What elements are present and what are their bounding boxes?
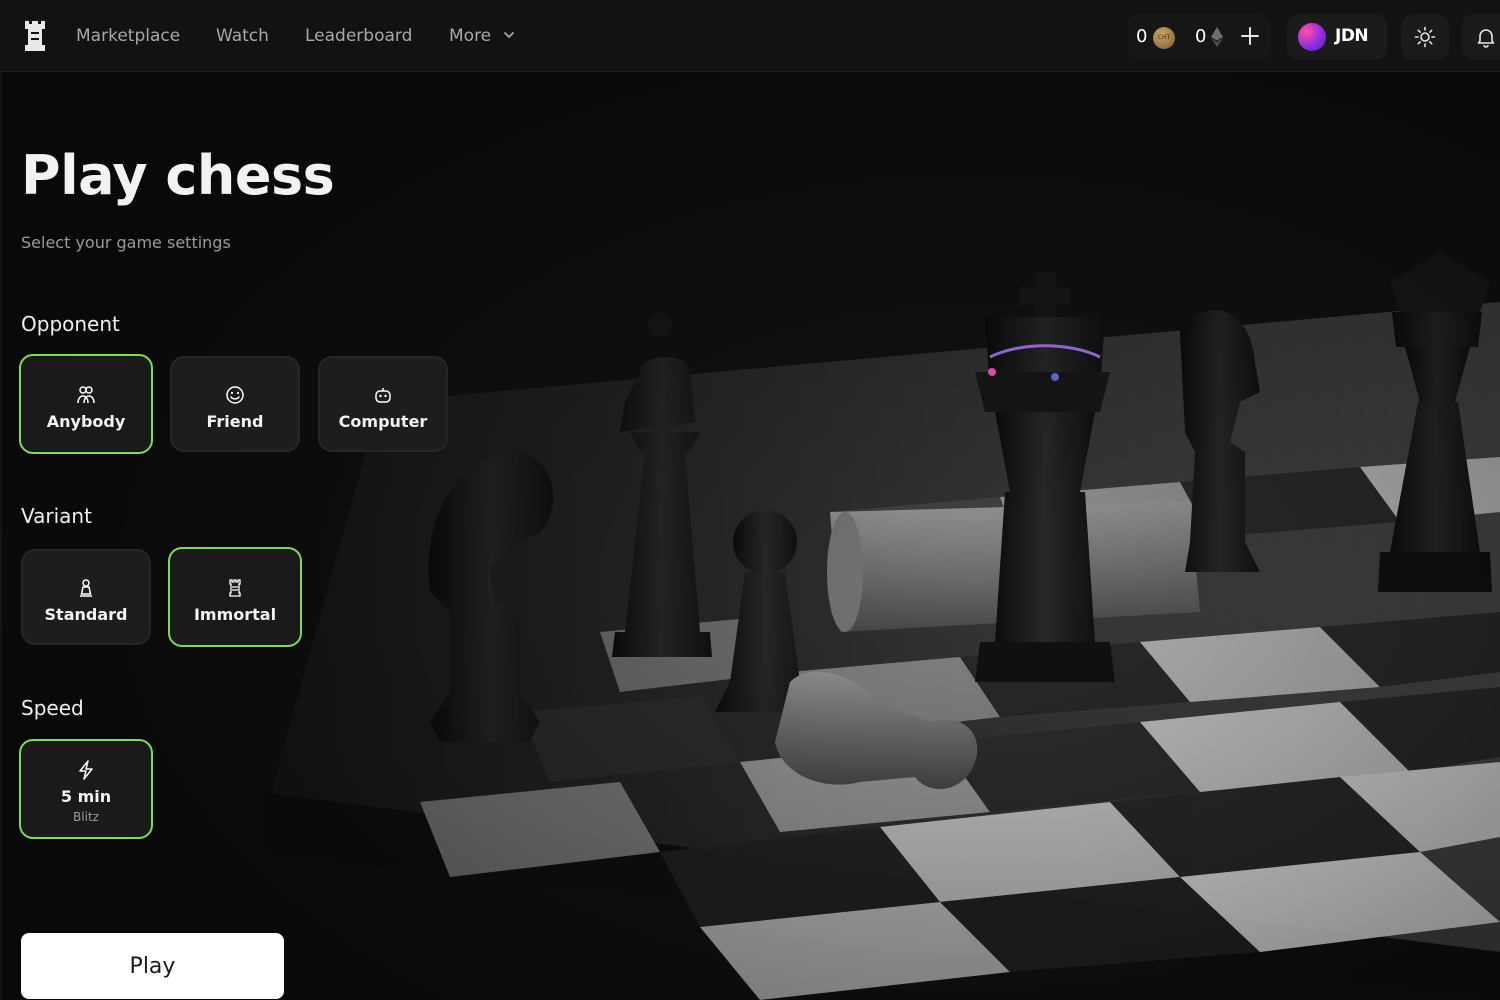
opponent-friend-option[interactable]: Friend: [170, 356, 300, 452]
page-title: Play chess: [21, 144, 335, 207]
profile-button[interactable]: JDN: [1287, 14, 1387, 60]
eth-balance: 0: [1195, 26, 1207, 47]
nav-marketplace[interactable]: Marketplace: [76, 26, 180, 46]
ethereum-icon: [1211, 27, 1223, 47]
theme-toggle-button[interactable]: [1401, 14, 1449, 60]
notifications-button[interactable]: [1462, 14, 1500, 60]
opponent-friend-label: Friend: [206, 412, 264, 431]
variant-standard-label: Standard: [44, 605, 128, 624]
opponent-anybody-label: Anybody: [46, 412, 126, 431]
robot-icon: [375, 388, 391, 403]
coin-balance: 0: [1136, 26, 1148, 47]
rook-logo-icon[interactable]: [22, 18, 48, 54]
smiley-icon: [226, 386, 244, 404]
sun-icon: [1414, 26, 1436, 48]
opponent-computer-option[interactable]: Computer: [318, 356, 448, 452]
play-button[interactable]: Play: [21, 933, 284, 999]
chevron-down-icon[interactable]: [502, 28, 516, 42]
bell-icon: [1477, 29, 1495, 48]
username: JDN: [1335, 26, 1369, 46]
variant-standard-option[interactable]: Standard: [21, 549, 151, 645]
coin-symbol: CHT: [1157, 34, 1171, 41]
game-settings-panel: Play chess Select your game settings Opp…: [0, 0, 1500, 1000]
variant-section-label: Variant: [21, 504, 92, 528]
top-navigation-bar: Marketplace Watch Leaderboard More 0 CHT…: [0, 0, 1500, 72]
rook-icon: [229, 579, 241, 597]
speed-5min-label: 5 min: [60, 787, 112, 806]
variant-immortal-option[interactable]: Immortal: [168, 547, 302, 647]
avatar: [1298, 23, 1326, 51]
speed-section-label: Speed: [21, 696, 84, 720]
people-icon: [77, 386, 95, 404]
opponent-computer-label: Computer: [338, 412, 428, 431]
page-subtitle: Select your game settings: [21, 233, 231, 252]
plus-icon[interactable]: [1236, 22, 1264, 50]
nav-leaderboard[interactable]: Leaderboard: [305, 26, 412, 46]
opponent-anybody-option[interactable]: Anybody: [19, 354, 153, 454]
nav-more[interactable]: More: [449, 26, 491, 46]
speed-5min-option[interactable]: 5 min Blitz: [19, 739, 153, 839]
nav-watch[interactable]: Watch: [216, 26, 269, 46]
coin-icon: CHT: [1153, 27, 1175, 49]
lightning-icon: [79, 760, 93, 780]
variant-immortal-label: Immortal: [193, 605, 277, 624]
speed-blitz-sublabel: Blitz: [73, 810, 99, 824]
pawn-icon: [80, 579, 92, 597]
opponent-section-label: Opponent: [21, 312, 120, 336]
